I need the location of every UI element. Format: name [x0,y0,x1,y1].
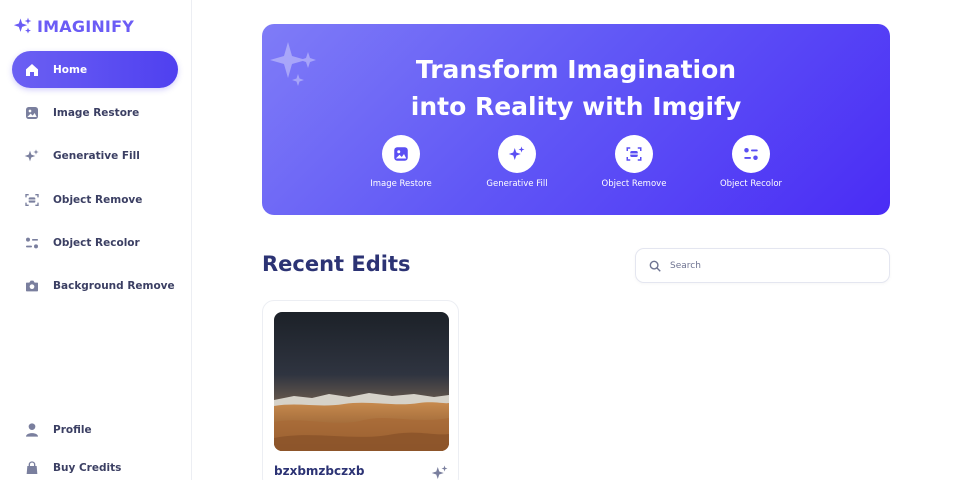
search-box[interactable] [635,248,890,283]
camera-icon [23,277,41,295]
sidebar-item-label: Image Restore [53,106,140,119]
feature-object-remove[interactable]: Object Remove [574,135,694,189]
feature-label: Image Restore [370,179,432,189]
recent-edit-card[interactable]: bzxbmzbczxb [262,300,459,480]
sidebar-item-label: Profile [53,423,92,436]
feature-label: Object Remove [601,179,667,189]
search-icon [649,260,661,272]
card-title: bzxbmzbczxb [274,464,365,478]
sidebar-item-label: Background Remove [53,279,175,292]
stars-icon [498,135,536,173]
hero-title-line1: Transform Imagination [415,55,737,84]
scan-icon [615,135,653,173]
sidebar-item-home[interactable]: Home [12,51,178,88]
sidebar-item-image-restore[interactable]: Image Restore [12,94,178,131]
sidebar-item-label: Generative Fill [53,149,140,162]
hero-title-line2: into Reality with Imgify [410,92,742,121]
user-icon [23,421,41,439]
recent-edits-title: Recent Edits [262,252,411,276]
sidebar-item-profile[interactable]: Profile [12,411,178,448]
stars-icon [431,465,448,479]
feature-image-restore[interactable]: Image Restore [341,135,461,189]
sidebar-item-generative-fill[interactable]: Generative Fill [12,137,178,174]
feature-generative-fill[interactable]: Generative Fill [457,135,577,189]
stars-icon [23,147,41,165]
sidebar: IMAGINIFY Home Image Restore Generative … [0,0,192,480]
search-input[interactable] [670,260,870,271]
sidebar-item-background-remove[interactable]: Background Remove [12,267,178,304]
bag-icon [23,459,41,477]
sidebar-item-buy-credits[interactable]: Buy Credits [12,449,178,480]
card-thumbnail[interactable] [274,312,449,451]
feature-label: Generative Fill [486,179,548,189]
sidebar-item-label: Home [53,63,88,76]
filter-icon [23,234,41,252]
home-icon [23,61,41,79]
sidebar-item-label: Object Remove [53,193,143,206]
app-logo[interactable]: IMAGINIFY [13,15,134,37]
app-name: IMAGINIFY [37,16,135,36]
sidebar-item-object-recolor[interactable]: Object Recolor [12,224,178,261]
filter-icon [732,135,770,173]
feature-label: Object Recolor [719,179,783,189]
sidebar-item-label: Buy Credits [53,461,122,474]
sparkle-icon [13,17,32,34]
image-icon [23,104,41,122]
feature-object-recolor[interactable]: Object Recolor [691,135,811,189]
sidebar-item-object-remove[interactable]: Object Remove [12,181,178,218]
scan-icon [23,191,41,209]
sidebar-item-label: Object Recolor [53,236,140,249]
image-icon [382,135,420,173]
hero-banner: Transform Imagination into Reality with … [262,24,890,215]
